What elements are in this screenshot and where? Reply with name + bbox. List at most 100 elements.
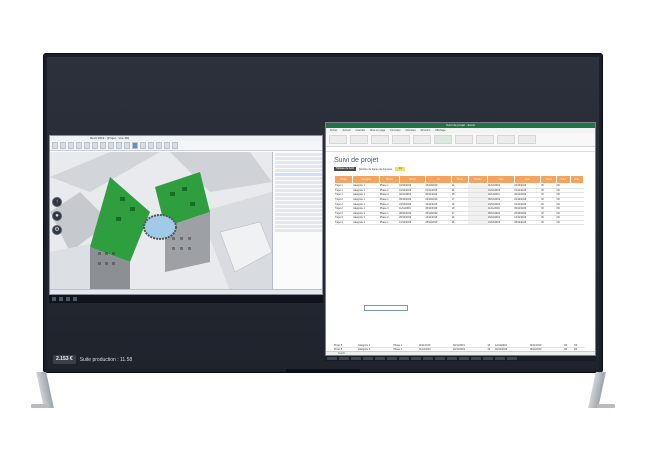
panel-row[interactable] [275,165,322,168]
tab-formules[interactable]: Formules [390,128,400,133]
panel-row[interactable] [275,221,322,224]
taskbar-app-icon[interactable] [387,357,397,360]
ribbon-button[interactable] [140,142,146,149]
ribbon-button[interactable] [148,142,154,149]
start-icon[interactable] [52,297,56,301]
taskbar-app-icon[interactable] [339,357,349,360]
col-header[interactable]: Durée [451,175,469,184]
dashboard-button[interactable]: Tableau de bord [334,167,356,171]
ribbon-group[interactable] [518,135,536,144]
col-header[interactable]: Note [569,175,585,184]
table-cell[interactable]: OK [540,220,557,226]
table-cell[interactable]: 18 [451,220,469,226]
record-icon[interactable]: ● [52,211,62,221]
taskbar-app-icon[interactable] [351,357,361,360]
panel-row[interactable] [275,189,322,192]
ribbon-group[interactable] [371,135,389,144]
worksheet[interactable]: Suivi de projet Tableau de bord Nombre d… [326,153,595,353]
ribbon-button-active[interactable] [132,142,138,149]
taskbar-app-icon[interactable] [495,357,505,360]
ribbon-group[interactable] [476,135,494,144]
ribbon-group[interactable] [413,135,431,144]
ribbon-group[interactable] [434,135,452,144]
taskbar-right[interactable] [325,356,596,361]
cad-window[interactable]: Revit 2019 - [Projet - Vue 3D] [49,135,323,295]
panel-row[interactable] [275,153,322,156]
ribbon-button[interactable] [108,142,114,149]
ribbon-group[interactable] [392,135,410,144]
col-header[interactable]: Fin [424,175,453,184]
ribbon-button[interactable] [84,142,90,149]
input-box[interactable] [364,305,408,311]
panel-row[interactable] [275,177,322,180]
taskbar-app-icon[interactable] [459,357,469,360]
panel-row[interactable] [275,229,322,232]
taskbar-app-icon[interactable] [483,357,493,360]
table-cell[interactable]: Catégorie 2 [352,220,380,226]
tab-revision[interactable]: Révision [421,128,431,133]
ribbon-button[interactable] [172,142,178,149]
tab-accueil[interactable]: Accueil [343,128,351,133]
ribbon-button[interactable] [68,142,74,149]
col-header[interactable]: Date [513,175,542,184]
tab-fichier[interactable]: Fichier [330,128,338,133]
tab-donnees[interactable]: Données [406,128,416,133]
taskbar-left[interactable] [49,295,323,303]
taskbar-app-icon[interactable] [435,357,445,360]
taskbar-app-icon[interactable] [507,357,517,360]
ribbon-button[interactable] [92,142,98,149]
ribbon-group[interactable] [350,135,368,144]
panel-row[interactable] [275,201,322,204]
taskbar-app-icon[interactable] [73,297,77,301]
table-cell[interactable]: Projet 4 [334,220,353,226]
table-cell[interactable]: 28/10/2019 [514,220,541,226]
panel-row[interactable] [275,157,322,160]
table-cell[interactable]: 10/10/2019 [487,220,515,226]
panel-row[interactable] [275,181,322,184]
ribbon-button[interactable] [124,142,130,149]
taskbar-app-icon[interactable] [59,297,63,301]
table-cell[interactable]: Phase 1 [379,220,400,226]
table-cell[interactable] [570,220,584,226]
taskbar-app-icon[interactable] [447,357,457,360]
properties-panel[interactable] [272,152,322,291]
panel-row[interactable] [275,225,322,228]
sheet-tab[interactable]: Feuil1 [326,351,595,355]
panel-row[interactable] [275,205,322,208]
taskbar-app-icon[interactable] [423,357,433,360]
taskbar-app-icon[interactable] [327,357,337,360]
ribbon-button[interactable] [60,142,66,149]
ribbon-group[interactable] [497,135,515,144]
col-header[interactable]: Statut [540,175,557,184]
panel-row-selected[interactable] [275,173,322,176]
cad-ribbon[interactable] [50,141,322,151]
col-header[interactable]: Date [487,175,515,184]
ribbon-button[interactable] [116,142,122,149]
taskbar-app-icon[interactable] [471,357,481,360]
table-cell[interactable]: 10/10/2019 [399,220,426,226]
panel-row[interactable] [275,193,322,196]
panel-row[interactable] [275,213,322,216]
taskbar-app-icon[interactable] [363,357,373,360]
panel-row[interactable] [275,169,322,172]
ribbon-button[interactable] [52,142,58,149]
panel-row[interactable] [275,161,322,164]
table-cell[interactable]: OK [556,220,571,226]
ribbon-group[interactable] [455,135,473,144]
ribbon-group[interactable] [329,135,347,144]
project-table[interactable]: Projet Catégorie Phase Début Fin Durée R… [333,175,585,226]
taskbar-app-icon[interactable] [399,357,409,360]
table-cell[interactable] [468,220,488,226]
taskbar-app-icon[interactable] [411,357,421,360]
table-cell[interactable]: 28/10/2019 [425,220,452,226]
panel-row[interactable] [275,185,322,188]
taskbar-app-icon[interactable] [375,357,385,360]
excel-window[interactable]: Suivi de projet - Excel Fichier Accueil … [325,122,596,356]
excel-ribbon[interactable] [326,133,595,147]
formula-bar[interactable] [326,147,595,152]
ribbon-button[interactable] [76,142,82,149]
col-header[interactable]: Suivi [555,175,571,184]
taskbar-app-icon[interactable] [66,297,70,301]
tab-mise-en-page[interactable]: Mise en page [370,128,385,133]
ribbon-button[interactable] [164,142,170,149]
